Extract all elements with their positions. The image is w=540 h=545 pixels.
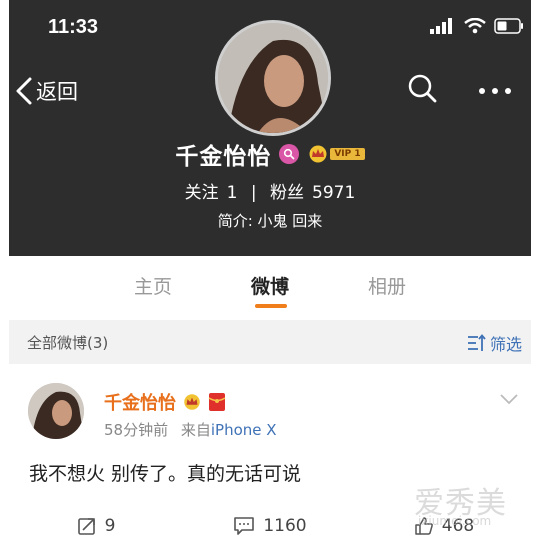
post-author-row[interactable]: 千金怡怡 (104, 389, 226, 415)
tab-home[interactable]: 主页 (95, 268, 212, 308)
more-icon (479, 88, 511, 94)
profile-avatar[interactable] (215, 20, 331, 136)
profile-name-row: 千金怡怡 VIP 1 (0, 137, 540, 171)
post-source-prefix: 来自 (180, 421, 211, 439)
comment-icon (234, 516, 255, 535)
battery-icon (494, 18, 523, 34)
back-button[interactable]: 返回 (14, 76, 78, 106)
avatar-image (28, 383, 84, 439)
comment-count: 1160 (263, 515, 307, 536)
chevron-down-icon (500, 394, 518, 405)
post-text: 我不想火 别传了。真的无话可说 (29, 463, 302, 485)
all-posts-label: 全部微博(3) (27, 334, 109, 352)
post-source-device[interactable]: iPhone X (211, 421, 277, 439)
following-count[interactable]: 1 (227, 183, 238, 203)
profile-bio: 简介: 小鬼 回来 (217, 212, 323, 230)
vip-badge[interactable]: VIP 1 (307, 145, 365, 163)
more-button[interactable] (477, 76, 513, 110)
crown-icon (184, 394, 200, 410)
tab-album[interactable]: 相册 (329, 268, 446, 308)
avatar-image (218, 23, 328, 133)
repost-icon (77, 517, 95, 535)
filter-bar: 全部微博(3) 筛选 (9, 320, 531, 364)
post-author-name[interactable]: 千金怡怡 (104, 389, 176, 415)
post-menu-button[interactable] (499, 390, 519, 409)
verified-badge-icon[interactable] (279, 144, 300, 164)
wifi-icon (464, 18, 486, 34)
crown-icon (309, 145, 327, 163)
chevron-left-icon (16, 77, 32, 105)
repost-count: 9 (104, 515, 116, 536)
status-icons (430, 18, 524, 34)
followers-count[interactable]: 5971 (312, 183, 355, 203)
stats-row: 关注 1 | 粉丝 5971 (0, 178, 540, 203)
filter-label: 筛选 (489, 335, 522, 354)
search-icon (408, 74, 437, 103)
following-label[interactable]: 关注 (185, 183, 219, 203)
vip-level-label: VIP 1 (330, 148, 365, 160)
post-meta: 58分钟前 来自iPhone X (104, 419, 277, 440)
signal-icon (430, 18, 452, 34)
filter-icon (467, 334, 486, 351)
post-time: 58分钟前 (104, 421, 169, 439)
followers-label[interactable]: 粉丝 (270, 183, 304, 203)
profile-tabs: 主页 微博 相册 (0, 268, 540, 308)
watermark-url: ixiumei.com (418, 514, 492, 528)
search-button[interactable] (408, 74, 438, 108)
stats-divider: | (250, 183, 257, 203)
repost-button[interactable]: 9 (9, 506, 183, 545)
comment-button[interactable]: 1160 (183, 506, 357, 545)
tab-weibo[interactable]: 微博 (212, 268, 329, 308)
red-envelope-icon (208, 393, 226, 411)
filter-button[interactable]: 筛选 (467, 331, 522, 355)
status-time: 11:33 (48, 16, 99, 38)
back-label: 返回 (36, 80, 78, 104)
post-avatar[interactable] (28, 383, 84, 439)
profile-name: 千金怡怡 (175, 144, 272, 170)
